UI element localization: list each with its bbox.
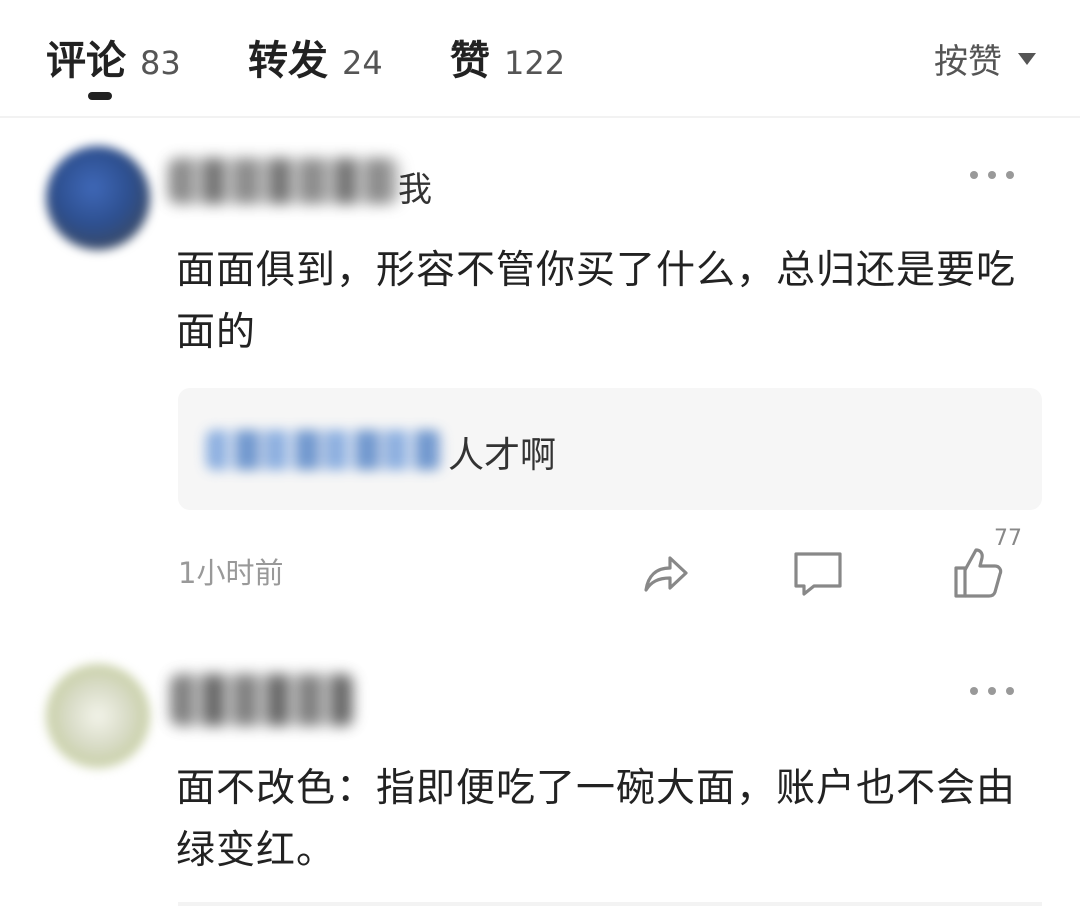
- comment-text: 面面俱到，形容不管你买了什么，总归还是要吃面的: [176, 248, 1017, 355]
- comment-text: 面不改色：指即便吃了一碗大面，账户也不会由绿变红。: [176, 766, 1017, 873]
- tab-likes[interactable]: 赞 122: [450, 28, 565, 88]
- thumbs-up-icon[interactable]: [952, 544, 1004, 600]
- sort-dropdown[interactable]: 按赞: [934, 34, 1036, 83]
- active-tab-indicator: [88, 92, 112, 100]
- comment-actions-row: 1小时前 77: [0, 526, 1080, 610]
- tab-likes-label: 赞: [450, 38, 490, 84]
- more-options-icon[interactable]: [970, 686, 1014, 696]
- tab-reposts[interactable]: 转发 24: [248, 28, 383, 88]
- caret-down-icon: [1018, 52, 1036, 65]
- avatar[interactable]: [46, 664, 150, 768]
- share-icon[interactable]: [638, 546, 692, 600]
- more-options-icon[interactable]: [970, 170, 1014, 180]
- comment-tabs-bar: 评论 83 转发 24 赞 122 按赞: [0, 0, 1080, 118]
- tab-comments-count: 83: [140, 44, 181, 82]
- tab-reposts-count: 24: [342, 44, 383, 82]
- reply-preview[interactable]: 人才啊: [178, 388, 1042, 510]
- sort-label: 按赞: [934, 42, 1002, 82]
- tab-reposts-label: 转发: [248, 38, 328, 84]
- username-redacted[interactable]: [168, 158, 400, 204]
- username-redacted[interactable]: [170, 674, 354, 726]
- comment-icon[interactable]: [790, 548, 846, 600]
- tab-comments[interactable]: 评论 83: [46, 28, 181, 88]
- username-visible-suffix: 我: [398, 170, 432, 210]
- avatar[interactable]: [46, 146, 150, 250]
- reply-username-redacted: [206, 430, 442, 470]
- comment-timestamp: 1小时前: [178, 556, 284, 590]
- tab-likes-count: 122: [504, 44, 566, 82]
- tab-comments-label: 评论: [46, 38, 126, 84]
- reply-preview-edge: [178, 902, 1042, 906]
- like-count: 77: [994, 526, 1022, 551]
- reply-text: 人才啊: [448, 435, 557, 476]
